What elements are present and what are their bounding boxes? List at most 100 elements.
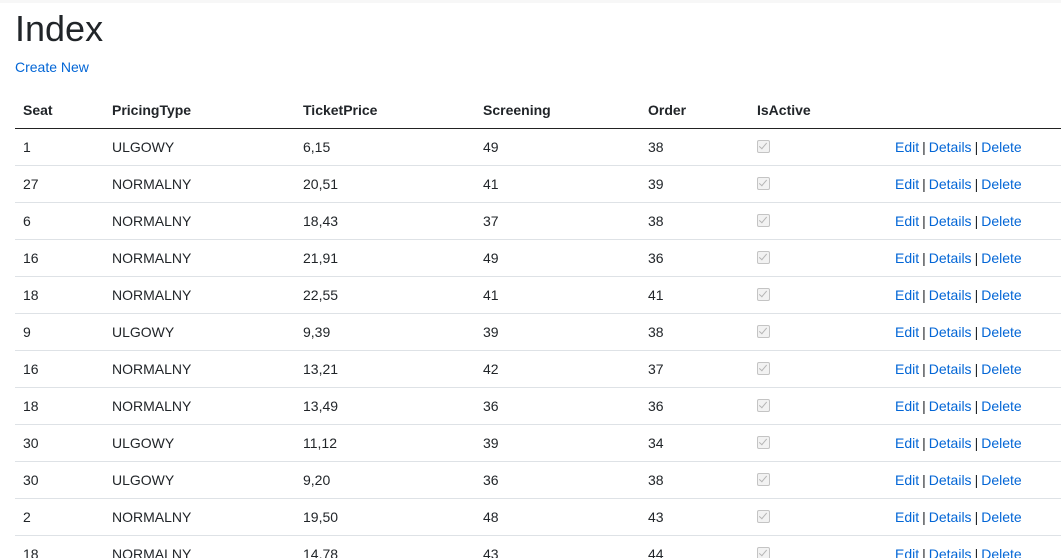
delete-link[interactable]: Delete: [981, 509, 1021, 525]
details-link[interactable]: Details: [929, 139, 972, 155]
create-new-link[interactable]: Create New: [15, 58, 89, 76]
cell-actions: Edit | Details | Delete: [887, 536, 1061, 558]
is-active-checkbox: [757, 177, 770, 190]
details-link[interactable]: Details: [929, 361, 972, 377]
cell-seat: 18: [15, 276, 104, 314]
table-row: 18 NORMALNY 13,49 36 36 Edit | Details | Delete: [15, 387, 1061, 425]
cell-actions: Edit | Details | Delete: [887, 276, 1061, 314]
cell-is-active: [749, 424, 887, 462]
cell-screening: 49: [475, 239, 640, 277]
cell-seat: 27: [15, 165, 104, 203]
action-separator: |: [974, 176, 979, 192]
cell-order: 39: [640, 165, 749, 203]
details-link[interactable]: Details: [929, 435, 972, 451]
delete-link[interactable]: Delete: [981, 324, 1021, 340]
page: Index Create New Seat PricingType Ticket…: [0, 0, 1061, 558]
cell-seat: 30: [15, 461, 104, 499]
table-row: 16 NORMALNY 21,91 49 36 Edit | Details | Delete: [15, 239, 1061, 277]
edit-link[interactable]: Edit: [895, 361, 919, 377]
delete-link[interactable]: Delete: [981, 435, 1021, 451]
cell-seat: 2: [15, 498, 104, 536]
edit-link[interactable]: Edit: [895, 435, 919, 451]
table-header: Seat PricingType TicketPrice Screening O…: [15, 92, 1061, 129]
table-row: 1 ULGOWY 6,15 49 38 Edit | Details | Delete: [15, 128, 1061, 166]
cell-actions: Edit | Details | Delete: [887, 350, 1061, 388]
cell-screening: 37: [475, 202, 640, 240]
delete-link[interactable]: Delete: [981, 546, 1021, 558]
action-separator: |: [974, 213, 979, 229]
delete-link[interactable]: Delete: [981, 287, 1021, 303]
cell-order: 36: [640, 387, 749, 425]
cell-seat: 1: [15, 128, 104, 166]
delete-link[interactable]: Delete: [981, 139, 1021, 155]
details-link[interactable]: Details: [929, 509, 972, 525]
cell-is-active: [749, 313, 887, 351]
delete-link[interactable]: Delete: [981, 361, 1021, 377]
cell-pricing-type: NORMALNY: [104, 202, 295, 240]
details-link[interactable]: Details: [929, 398, 972, 414]
cell-pricing-type: NORMALNY: [112, 546, 192, 558]
cell-order: 34: [640, 424, 749, 462]
edit-link[interactable]: Edit: [895, 546, 919, 558]
table-body: 1 ULGOWY 6,15 49 38 Edit | Details | Delete 27 NORM…: [15, 128, 1061, 558]
details-link[interactable]: Details: [929, 213, 972, 229]
table-row: 2 NORMALNY 19,50 48 43 Edit | Details | Delete: [15, 498, 1061, 536]
delete-link[interactable]: Delete: [981, 176, 1021, 192]
details-link[interactable]: Details: [929, 324, 972, 340]
edit-link[interactable]: Edit: [895, 509, 919, 525]
cell-pricing-type: ULGOWY: [104, 461, 295, 499]
details-link[interactable]: Details: [929, 287, 972, 303]
details-link[interactable]: Details: [929, 176, 972, 192]
edit-link[interactable]: Edit: [895, 250, 919, 266]
table-row: 6 NORMALNY 18,43 37 38 Edit | Details | Delete: [15, 202, 1061, 240]
cell-ticket-price: 6,15: [295, 128, 475, 166]
action-separator: |: [922, 250, 926, 266]
edit-link[interactable]: Edit: [895, 472, 919, 488]
action-separator: |: [974, 472, 979, 488]
delete-link[interactable]: Delete: [981, 472, 1021, 488]
cell-is-active: [749, 536, 887, 558]
action-separator: |: [922, 324, 926, 340]
delete-link[interactable]: Delete: [981, 213, 1021, 229]
table-row: 27 NORMALNY 20,51 41 39 Edit | Details | Delete: [15, 165, 1061, 203]
cell-screening: 43: [483, 546, 499, 558]
cell-pricing-type: NORMALNY: [104, 276, 295, 314]
action-separator: |: [974, 324, 979, 340]
action-separator: |: [922, 176, 926, 192]
cell-ticket-price: 22,55: [295, 276, 475, 314]
details-link[interactable]: Details: [929, 472, 972, 488]
is-active-checkbox: [757, 547, 770, 558]
cell-ticket-price: 18,43: [295, 202, 475, 240]
cell-ticket-price: 13,21: [295, 350, 475, 388]
delete-link[interactable]: Delete: [981, 398, 1021, 414]
action-separator: |: [974, 361, 979, 377]
cell-actions: Edit | Details | Delete: [887, 239, 1061, 277]
is-active-checkbox: [757, 399, 770, 412]
edit-link[interactable]: Edit: [895, 324, 919, 340]
cell-pricing-type: NORMALNY: [104, 165, 295, 203]
edit-link[interactable]: Edit: [895, 213, 919, 229]
cell-ticket-price: 9,39: [295, 313, 475, 351]
header-row: Seat PricingType TicketPrice Screening O…: [15, 92, 1061, 129]
cell-is-active: [749, 165, 887, 203]
edit-link[interactable]: Edit: [895, 139, 919, 155]
cell-screening: 42: [475, 350, 640, 388]
edit-link[interactable]: Edit: [895, 287, 919, 303]
cell-is-active: [749, 350, 887, 388]
header-ticket-price: TicketPrice: [295, 92, 475, 129]
edit-link[interactable]: Edit: [895, 398, 919, 414]
cell-seat: 16: [15, 350, 104, 388]
cell-is-active: [749, 387, 887, 425]
action-separator: |: [922, 213, 926, 229]
cell-is-active: [749, 239, 887, 277]
cell-ticket-price: 11,12: [295, 424, 475, 462]
details-link[interactable]: Details: [929, 546, 972, 558]
details-link[interactable]: Details: [929, 250, 972, 266]
cell-ticket-price: 9,20: [295, 461, 475, 499]
cell-actions: Edit | Details | Delete: [887, 461, 1061, 499]
edit-link[interactable]: Edit: [895, 176, 919, 192]
cell-screening: 36: [475, 461, 640, 499]
delete-link[interactable]: Delete: [981, 250, 1021, 266]
cell-actions: Edit | Details | Delete: [887, 498, 1061, 536]
cell-is-active: [749, 461, 887, 499]
